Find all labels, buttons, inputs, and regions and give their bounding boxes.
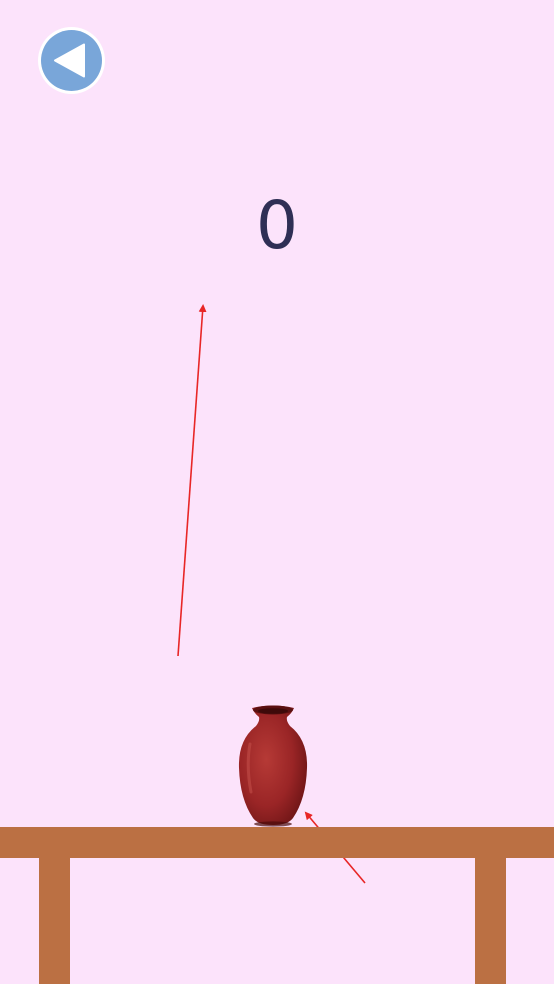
table-leg-left <box>39 858 70 984</box>
trajectory-arrow <box>177 304 207 657</box>
table-top <box>0 827 554 858</box>
vase[interactable] <box>236 704 310 828</box>
table-leg-right <box>475 858 506 984</box>
